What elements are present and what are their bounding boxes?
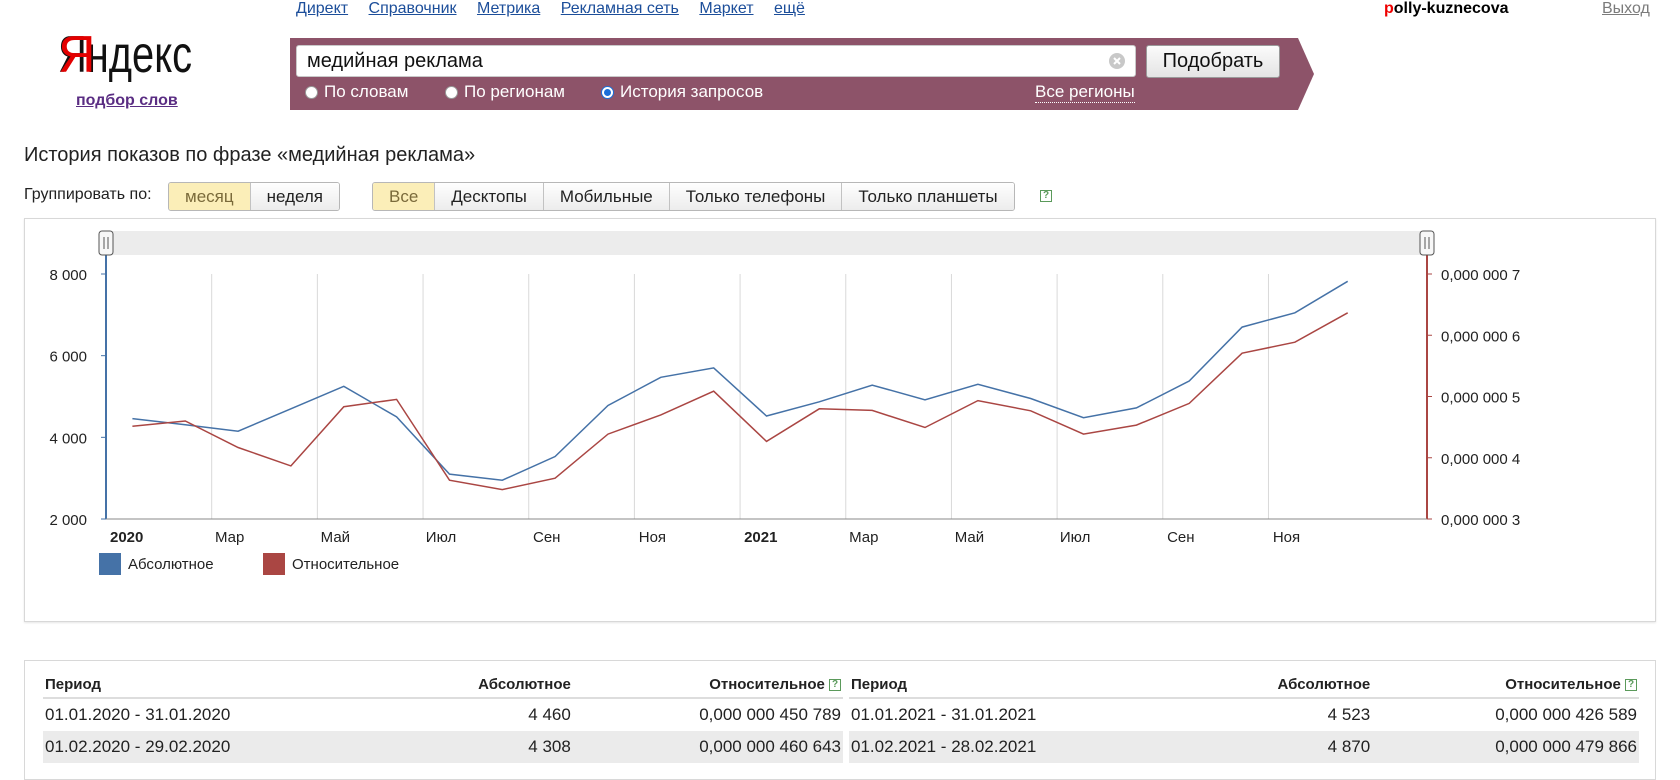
device-switch: Все Десктопы Мобильные Только телефоны Т… bbox=[372, 182, 1015, 211]
logout-link[interactable]: Выход bbox=[1602, 0, 1650, 18]
col-header-relative-label: Относительное bbox=[709, 675, 825, 693]
mode-history-label: История запросов bbox=[620, 82, 764, 101]
legend-label[interactable]: Абсолютное bbox=[128, 556, 214, 573]
yandex-logo-first-letter: Я bbox=[58, 26, 96, 82]
cell-period: 01.02.2021 - 28.02.2021 bbox=[849, 731, 1196, 763]
search-input[interactable] bbox=[296, 45, 1136, 77]
device-phones-button[interactable]: Только телефоны bbox=[668, 183, 842, 210]
help-icon[interactable]: ? bbox=[1625, 678, 1637, 691]
x-tick-label: Сен bbox=[533, 529, 560, 546]
device-desktop-button[interactable]: Десктопы bbox=[434, 183, 543, 210]
group-week-button[interactable]: неделя bbox=[249, 183, 339, 210]
x-tick-label: Июл bbox=[426, 529, 456, 546]
device-mobile-button[interactable]: Мобильные bbox=[542, 183, 669, 210]
device-all-button[interactable]: Все bbox=[373, 183, 435, 210]
chart-panel: 8 000 6 000 4 000 2 000 0,000 000 7 0,000 000… bbox=[24, 218, 1656, 622]
y-right-tick-label: 0,000 000 5 bbox=[1441, 390, 1520, 407]
cell-absolute: 4 460 bbox=[528, 705, 571, 724]
device-tablets-button[interactable]: Только планшеты bbox=[841, 183, 1014, 210]
yandex-logo[interactable]: Яндекс Я bbox=[58, 22, 198, 82]
col-header-absolute: Абсолютное bbox=[1195, 671, 1373, 699]
col-header-period: Период bbox=[43, 671, 394, 699]
table-row: 01.01.2021 - 31.01.2021 4 523 0,000 000 … bbox=[849, 698, 1639, 731]
x-tick-label: Ноя bbox=[639, 529, 666, 546]
mode-by-words-label: По словам bbox=[324, 82, 409, 101]
legend-swatch[interactable] bbox=[99, 553, 121, 575]
y-right-tick-label: 0,000 000 4 bbox=[1441, 451, 1520, 468]
x-tick-label: Сен bbox=[1167, 529, 1194, 546]
cell-relative: 0,000 000 479 866 bbox=[1372, 731, 1639, 763]
y-left-tick-label: 6 000 bbox=[49, 349, 87, 366]
help-icon[interactable]: ? bbox=[829, 678, 841, 691]
clear-icon[interactable] bbox=[1108, 52, 1126, 70]
all-regions-link[interactable]: Все регионы bbox=[1035, 82, 1135, 103]
x-tick-label: Ноя bbox=[1273, 529, 1300, 546]
col-header-relative: Относительное ? bbox=[572, 671, 843, 699]
cell-absolute: 4 308 bbox=[393, 731, 573, 763]
range-handle-right[interactable] bbox=[1419, 230, 1435, 256]
history-chart: 8 000 6 000 4 000 2 000 0,000 000 7 0,000 000… bbox=[49, 230, 1520, 575]
cell-period: 01.01.2020 - 31.01.2020 bbox=[45, 705, 231, 724]
user-login[interactable]: polly-kuznecova bbox=[1384, 0, 1508, 18]
history-table-right: Период Абсолютное Относительное ? 01.01.… bbox=[849, 671, 1639, 763]
mode-by-regions[interactable]: По регионам bbox=[445, 82, 565, 102]
grouping-switch: месяц неделя bbox=[168, 182, 340, 211]
x-tick-label: 2020 bbox=[110, 529, 143, 546]
col-header-relative: Относительное ? bbox=[1372, 671, 1639, 699]
user-login-first-letter: p bbox=[1384, 0, 1394, 17]
cell-absolute: 4 523 bbox=[1327, 705, 1371, 724]
history-table-panel: Период Абсолютное Относительное ? 01.01.… bbox=[24, 660, 1656, 780]
logo-subtitle-link[interactable]: подбор слов bbox=[76, 92, 178, 110]
y-right-tick-label: 0,000 000 7 bbox=[1441, 267, 1520, 284]
nav-link-direct[interactable]: Директ bbox=[296, 0, 348, 17]
table-row: 01.02.2020 - 29.02.2020 4 308 0,000 000 … bbox=[43, 731, 843, 763]
nav-link-metrika[interactable]: Метрика bbox=[477, 0, 540, 17]
cell-period: 01.01.2021 - 31.01.2021 bbox=[851, 705, 1037, 724]
history-table-left: Период Абсолютное Относительное ? 01.01.… bbox=[43, 671, 843, 763]
x-tick-label: Май bbox=[955, 529, 984, 546]
mode-by-regions-radio[interactable] bbox=[445, 85, 458, 99]
col-header-period: Период bbox=[849, 671, 1196, 699]
col-header-relative-label: Относительное bbox=[1505, 675, 1621, 693]
x-tick-label: Май bbox=[321, 529, 350, 546]
range-handle-left[interactable] bbox=[98, 230, 114, 256]
top-nav: Директ Справочник Метрика Рекламная сеть… bbox=[296, 0, 821, 18]
y-left-tick-label: 2 000 bbox=[49, 512, 87, 529]
range-navigator[interactable] bbox=[106, 231, 1427, 255]
nav-link-more[interactable]: ещё bbox=[774, 0, 805, 17]
x-tick-label: Мар bbox=[849, 529, 878, 546]
y-right-tick-label: 0,000 000 6 bbox=[1441, 328, 1520, 345]
mode-history[interactable]: История запросов bbox=[601, 82, 763, 102]
y-left-tick-label: 4 000 bbox=[49, 430, 87, 447]
nav-link-market[interactable]: Маркет bbox=[699, 0, 753, 17]
nav-link-ad-network[interactable]: Рекламная сеть bbox=[561, 0, 679, 17]
col-header-absolute: Абсолютное bbox=[393, 671, 573, 699]
table-row: 01.01.2020 - 31.01.2020 4 460 0,000 000 … bbox=[43, 698, 843, 731]
x-tick-label: Июл bbox=[1060, 529, 1090, 546]
help-icon[interactable]: ? bbox=[1040, 190, 1052, 202]
cell-period: 01.02.2020 - 29.02.2020 bbox=[43, 731, 394, 763]
page-title: История показов по фразе «медийная рекла… bbox=[24, 144, 476, 166]
cell-relative: 0,000 000 426 589 bbox=[1495, 705, 1637, 724]
x-tick-label: 2021 bbox=[744, 529, 777, 546]
cell-absolute: 4 870 bbox=[1195, 731, 1373, 763]
x-tick-label: Мар bbox=[215, 529, 244, 546]
nav-link-reference[interactable]: Справочник bbox=[369, 0, 457, 17]
cell-relative: 0,000 000 450 789 bbox=[699, 705, 841, 724]
mode-history-radio[interactable] bbox=[601, 85, 614, 99]
y-left-tick-label: 8 000 bbox=[49, 267, 87, 284]
group-month-button[interactable]: месяц bbox=[169, 183, 250, 210]
cell-relative: 0,000 000 460 643 bbox=[572, 731, 843, 763]
mode-by-words[interactable]: По словам bbox=[305, 82, 408, 102]
submit-button[interactable]: Подобрать bbox=[1146, 45, 1280, 78]
user-login-rest: olly-kuznecova bbox=[1393, 0, 1509, 17]
group-by-label: Группировать по: bbox=[24, 186, 152, 203]
legend-label[interactable]: Относительное bbox=[292, 556, 399, 573]
table-row: 01.02.2021 - 28.02.2021 4 870 0,000 000 … bbox=[849, 731, 1639, 763]
legend-swatch[interactable] bbox=[263, 553, 285, 575]
y-right-tick-label: 0,000 000 3 bbox=[1441, 512, 1520, 529]
mode-by-regions-label: По регионам bbox=[464, 82, 565, 101]
mode-by-words-radio[interactable] bbox=[305, 85, 318, 99]
